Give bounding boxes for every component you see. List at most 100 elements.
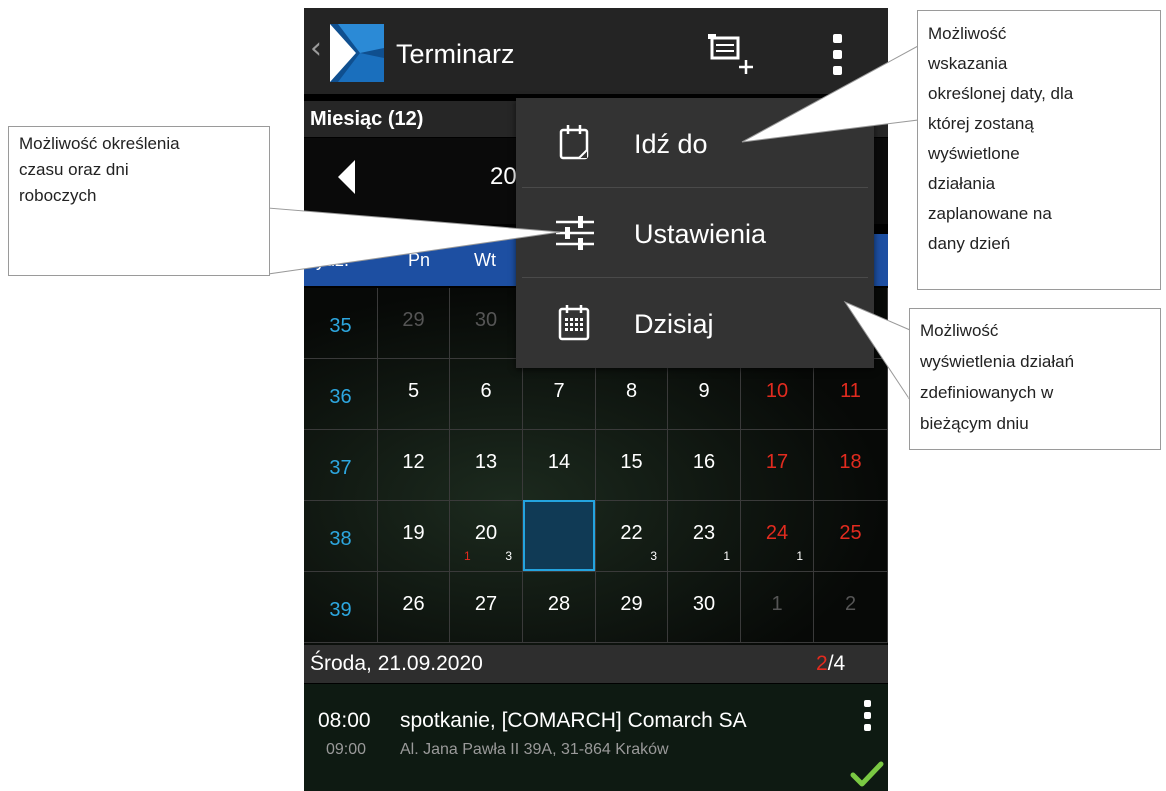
callout-goto-line: dany dzień [928, 234, 1011, 253]
menu-item-goto[interactable]: Idź do [516, 98, 874, 186]
month-label: Miesiąc (12) [310, 108, 424, 130]
event-count: 1 [796, 549, 803, 563]
day-cell[interactable]: 26 [378, 572, 450, 643]
settings-sliders-icon [556, 216, 594, 250]
day-cell[interactable]: 11 [814, 359, 888, 430]
calendar-today-icon [558, 305, 590, 341]
day-number: 2 [844, 593, 857, 615]
selected-date-label: Środa, 21.09.2020 [310, 652, 483, 675]
day-cell[interactable]: 9 [668, 359, 741, 430]
week-number: 37 [329, 457, 352, 479]
callout-goto-line: działania [928, 174, 996, 193]
day-number: 10 [765, 380, 789, 402]
calendar-goto-icon [559, 125, 589, 160]
day-cell[interactable]: 14 [523, 430, 596, 501]
prev-month-icon[interactable] [338, 160, 355, 194]
day-number: 26 [402, 593, 425, 615]
day-cell[interactable]: 5 [378, 359, 450, 430]
week-number-cell: 35 [304, 288, 378, 359]
day-count-done: 2 [816, 652, 828, 675]
check-icon [850, 761, 884, 787]
day-cell[interactable]: 28 [523, 572, 596, 643]
day-cell[interactable]: 6 [450, 359, 523, 430]
day-number: 30 [474, 309, 498, 331]
week-number: 39 [329, 599, 352, 621]
day-number: 16 [692, 451, 716, 473]
event-menu-icon[interactable] [864, 700, 872, 732]
day-number: 28 [547, 593, 571, 615]
day-number: 27 [474, 593, 498, 615]
menu-item-goto-label: Idź do [634, 129, 708, 159]
weekday-week-label: Tydz. [306, 250, 350, 270]
day-cell[interactable]: 30 [450, 288, 523, 359]
day-cell[interactable]: 1 [741, 572, 814, 643]
day-count-total: /4 [827, 652, 846, 675]
day-cell[interactable]: 13 [450, 430, 523, 501]
overflow-menu: Idź do Ustawienia Dzisiaj [516, 98, 874, 368]
callout-goto-line: zaplanowane na [928, 204, 1052, 223]
menu-item-settings[interactable]: Ustawienia [516, 188, 874, 276]
day-number: 17 [765, 451, 789, 473]
menu-item-today-label: Dzisiaj [634, 309, 714, 339]
day-cell[interactable]: 16 [668, 430, 741, 501]
event-count: 3 [650, 549, 657, 563]
day-number: 20 [474, 522, 498, 544]
day-number: 7 [553, 380, 565, 402]
app-title: Terminarz [396, 39, 515, 69]
day-cell[interactable]: 10 [741, 359, 814, 430]
day-cell[interactable]: 8 [596, 359, 668, 430]
callout-goto-line: wyświetlone [928, 144, 1020, 163]
day-number: 24 [765, 522, 789, 544]
callout-settings-line: roboczych [19, 186, 97, 205]
day-cell[interactable]: 20 1 3 [450, 501, 523, 572]
week-number-cell: 36 [304, 359, 378, 430]
add-entry-icon[interactable] [706, 32, 758, 76]
week-number: 35 [329, 315, 352, 337]
day-number: 19 [402, 522, 425, 544]
callout-goto-line: określonej daty, dla [928, 84, 1074, 103]
day-number: 6 [480, 380, 492, 402]
day-cell[interactable]: 30 [668, 572, 741, 643]
callout-settings: Możliwość określenia czasu oraz dni robo… [8, 126, 270, 276]
day-cell[interactable]: 27 [450, 572, 523, 643]
day-number: 23 [692, 522, 716, 544]
day-event-count: 2/4 [816, 652, 845, 676]
event-start-time: 08:00 [318, 709, 371, 732]
back-icon[interactable]: ‹ [310, 34, 322, 64]
week-number-cell: 39 [304, 572, 378, 643]
callout-goto-line: której zostaną [928, 114, 1034, 133]
day-number: 25 [839, 522, 862, 544]
day-cell[interactable]: 12 [378, 430, 450, 501]
event-count: 1 [723, 549, 730, 563]
day-cell[interactable]: 23 1 [668, 501, 741, 572]
day-cell[interactable]: 24 1 [741, 501, 814, 572]
day-cell[interactable]: 19 [378, 501, 450, 572]
day-cell[interactable]: 2 [814, 572, 888, 643]
day-cell[interactable]: 22 3 [596, 501, 668, 572]
day-number: 8 [625, 380, 638, 402]
day-number: 5 [407, 380, 420, 402]
day-cell[interactable]: 17 [741, 430, 814, 501]
event-address: Al. Jana Pawła II 39A, 31-864 Kraków [400, 741, 669, 758]
week-number-cell: 38 [304, 501, 378, 572]
event-count-overdue: 1 [464, 549, 471, 563]
event-title: spotkanie, [COMARCH] Comarch SA [400, 709, 747, 732]
menu-item-today[interactable]: Dzisiaj [516, 278, 874, 366]
day-cell[interactable]: 7 [523, 359, 596, 430]
day-cell[interactable]: 25 [814, 501, 888, 572]
day-cell[interactable]: 29 [378, 288, 450, 359]
day-cell[interactable]: 29 [596, 572, 668, 643]
callout-goto-line: wskazania [928, 54, 1008, 73]
day-cell[interactable]: 15 [596, 430, 668, 501]
callout-today-line: zdefiniowanych w [920, 383, 1054, 402]
week-number: 36 [329, 386, 352, 408]
event-list-item[interactable]: 08:00 spotkanie, [COMARCH] Comarch SA 09… [304, 684, 888, 791]
menu-item-settings-label: Ustawienia [634, 219, 767, 249]
day-number: 1 [771, 593, 783, 615]
overflow-menu-icon[interactable] [832, 32, 844, 78]
day-number: 15 [620, 451, 643, 473]
month-year-label: 20 [490, 163, 517, 190]
week-number-cell: 37 [304, 430, 378, 501]
day-cell[interactable]: 18 [814, 430, 888, 501]
app-logo-icon [330, 24, 384, 82]
